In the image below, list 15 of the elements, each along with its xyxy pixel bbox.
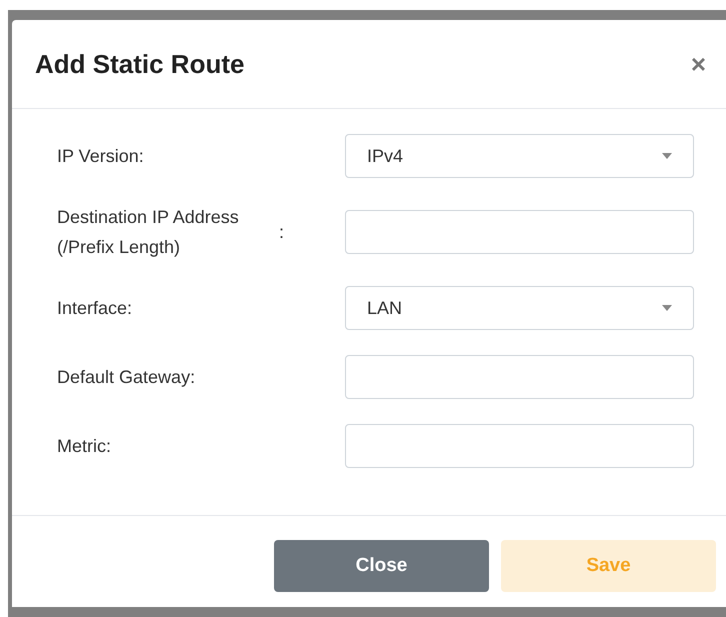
field-label: Default Gateway: [57,366,196,389]
caret-icon [662,153,672,159]
field-label: IP Version: [57,145,145,168]
field-label: Destination IP Address (/Prefix Length) [57,206,240,259]
input-field[interactable] [345,424,694,468]
dialog-title: Add Static Route [35,48,244,80]
caret-icon [662,305,672,311]
input-field[interactable] [345,355,694,399]
select-field[interactable]: IPv4 [345,134,694,178]
field-label: Metric: [57,435,112,458]
input-field[interactable] [345,210,694,254]
select-field[interactable]: LAN [345,286,694,330]
colon-label: : [279,220,286,244]
dialog-button[interactable]: Close [274,540,489,592]
field-label: Interface: [57,297,134,320]
